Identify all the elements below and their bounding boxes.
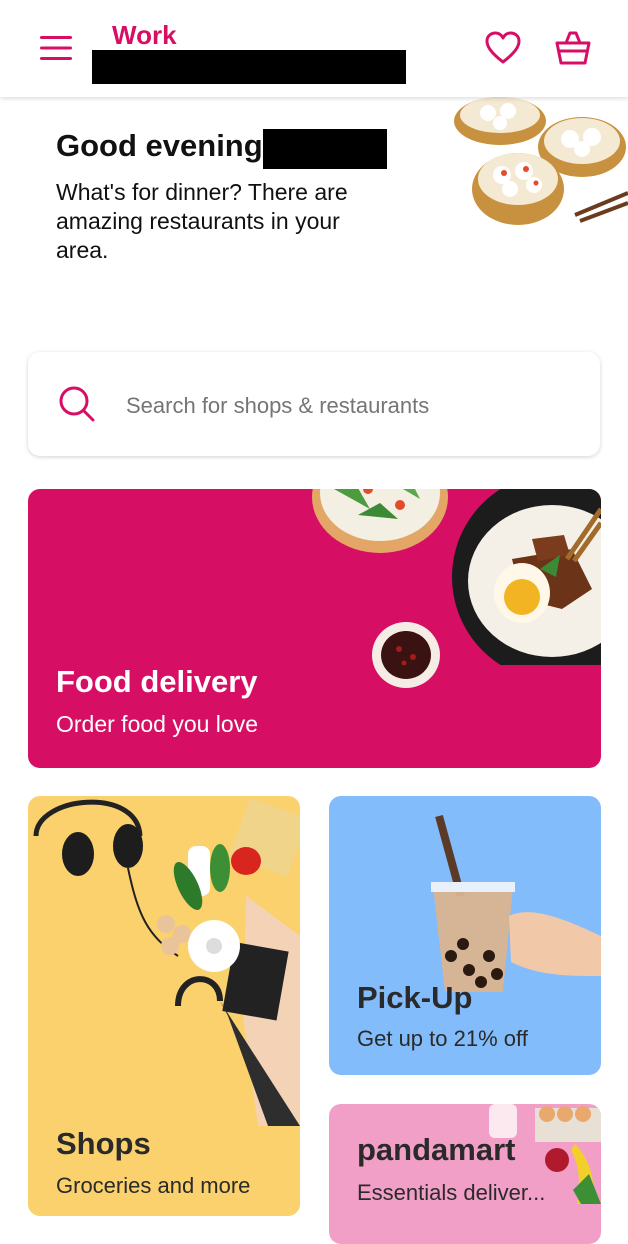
redacted-address[interactable]	[92, 50, 406, 84]
app-header: Work	[0, 0, 628, 97]
groceries-illustration	[28, 796, 300, 1126]
pickup-title: Pick-Up	[357, 980, 473, 1015]
pickup-subtitle: Get up to 21% off	[357, 1026, 528, 1051]
salad-bowl-illustration	[310, 489, 450, 554]
food-delivery-subtitle: Order food you love	[56, 711, 259, 737]
greeting-title: Good evening,	[56, 128, 272, 163]
menu-icon[interactable]	[38, 30, 74, 66]
shops-card[interactable]: Shops Groceries and more	[28, 796, 300, 1216]
greeting-subtitle: What's for dinner? There are amazing res…	[56, 179, 348, 263]
food-delivery-title: Food delivery	[56, 664, 258, 699]
shops-subtitle: Groceries and more	[56, 1173, 251, 1198]
search-icon	[58, 385, 96, 423]
dim-sum-illustration	[440, 97, 628, 247]
heart-icon[interactable]	[484, 30, 522, 66]
pandamart-subtitle: Essentials deliver...	[357, 1180, 546, 1205]
search-placeholder[interactable]: Search for shops & restaurants	[126, 393, 429, 419]
shops-title: Shops	[56, 1126, 151, 1161]
pandamart-title: pandamart	[357, 1132, 516, 1167]
shopping-bag-icon[interactable]	[554, 29, 592, 67]
pandamart-card[interactable]: pandamart Essentials deliver...	[329, 1104, 601, 1244]
bubble-tea-illustration	[419, 806, 601, 996]
pickup-card[interactable]: Pick-Up Get up to 21% off	[329, 796, 601, 1075]
food-delivery-card[interactable]: Food delivery Order food you love	[28, 489, 601, 768]
delivery-location-label[interactable]: Work	[112, 20, 177, 51]
sauce-dish-illustration	[371, 621, 441, 689]
redacted-user-name	[263, 129, 387, 169]
search-bar[interactable]: Search for shops & restaurants	[28, 352, 600, 456]
rice-bowl-illustration	[452, 489, 601, 681]
